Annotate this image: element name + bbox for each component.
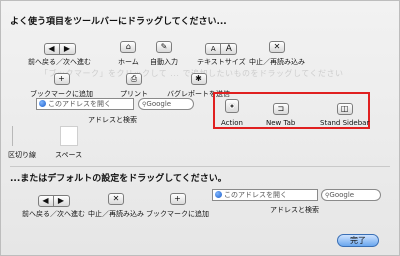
text-smaller-icon[interactable]: A [205,43,222,55]
sheet-heading-top: よく使う項目をツールバーにドラッグしてください... [10,17,227,27]
back-icon[interactable]: ◀ [37,195,54,207]
stop-icon[interactable]: ✕ [108,192,124,205]
back-icon[interactable]: ◀ [43,43,60,55]
stop-icon[interactable]: ✕ [269,40,285,53]
default-address-field[interactable]: このアドレスを開く [212,189,318,201]
default-search-field[interactable]: ⚲Google [321,189,381,201]
space-label: スペース [55,151,83,159]
text-bigger-icon[interactable]: A [221,43,238,55]
default-address-placeholder: このアドレスを開く [224,191,287,199]
autofill-item[interactable]: ✎ 自動入力 [150,36,178,67]
search-placeholder: Google [146,100,172,108]
customize-toolbar-sheet: よく使う項目をツールバーにドラッグしてください... 「ブックマーク」をクリック… [0,0,400,256]
text-size-item[interactable]: A A テキストサイズ [197,36,246,67]
home-item[interactable]: ⌂ ホーム [118,36,139,67]
search-field[interactable]: ⚲Google [138,98,194,110]
new-tab-icon[interactable]: ⊐ [272,102,289,115]
default-add-bookmark-label: ブックマークに追加 [146,210,209,218]
text-size-buttons[interactable]: A A [205,43,238,55]
back-forward-buttons[interactable]: ◀ ▶ [43,43,76,55]
stand-sidebar-item[interactable]: ◫ Stand Sidebar [320,98,369,127]
action-label: Action [221,119,243,127]
globe-icon [39,100,46,107]
add-bookmark-icon[interactable]: + [169,192,186,205]
stand-sidebar-label: Stand Sidebar [320,119,370,127]
space-box[interactable] [60,126,78,146]
default-address-search-item: アドレスと検索 [270,203,319,215]
done-button[interactable]: 完了 [337,234,379,247]
default-back-forward[interactable]: ◀ ▶ 前へ戻る／次へ進む [22,188,85,219]
back-forward-label: 前へ戻る／次へ進む [28,58,91,66]
back-forward-item[interactable]: ◀ ▶ 前へ戻る／次へ進む [28,36,91,67]
separator-line[interactable] [12,126,13,146]
autofill-label: 自動入力 [150,58,178,66]
add-bookmark-item[interactable]: + ブックマークに追加 [30,68,93,99]
new-tab-label: New Tab [266,119,296,127]
default-back-forward-buttons[interactable]: ◀ ▶ [37,195,70,207]
default-search-placeholder: Google [329,191,355,199]
autofill-icon[interactable]: ✎ [156,40,172,53]
gear-icon[interactable] [224,99,239,113]
print-icon[interactable]: ⎙ [126,72,142,85]
text-size-label: テキストサイズ [197,58,246,66]
address-search-item: アドレスと検索 [88,113,137,125]
default-stop-reload[interactable]: ✕ 中止／再読み込み [88,188,144,219]
default-add-bookmark[interactable]: + ブックマークに追加 [146,188,209,219]
new-tab-item[interactable]: ⊐ New Tab [266,98,295,127]
forward-icon[interactable]: ▶ [53,195,70,207]
address-placeholder: このアドレスを開く [48,100,111,108]
default-stop-reload-label: 中止／再読み込み [88,210,144,218]
sheet-heading-bottom: ...またはデフォルトの設定をドラッグしてください。 [10,174,227,184]
sidebar-icon[interactable]: ◫ [336,102,353,115]
forward-icon[interactable]: ▶ [59,43,76,55]
stop-reload-label: 中止／再読み込み [249,58,305,66]
stop-reload-item[interactable]: ✕ 中止／再読み込み [249,36,305,67]
space-item[interactable]: スペース [55,148,82,160]
default-address-search-label: アドレスと検索 [270,206,319,214]
address-search-label: アドレスと検索 [88,116,137,124]
action-item[interactable]: Action [221,98,243,127]
globe-icon [215,191,222,198]
add-bookmark-icon[interactable]: + [53,72,70,85]
home-icon[interactable]: ⌂ [120,40,137,53]
home-label: ホーム [118,58,139,66]
separator-item[interactable]: 区切り線 [8,148,36,160]
print-item[interactable]: ⎙ プリント [120,68,148,99]
address-field[interactable]: このアドレスを開く [36,98,134,110]
separator-label: 区切り線 [8,151,36,159]
section-divider [10,166,390,167]
default-back-forward-label: 前へ戻る／次へ進む [22,210,85,218]
bug-icon[interactable]: ✱ [190,72,207,85]
